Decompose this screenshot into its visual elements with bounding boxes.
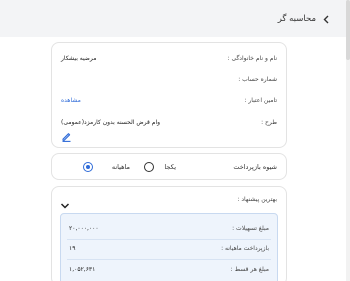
scroll-thumb[interactable] [346,0,350,60]
radio-monthly-label: ماهیانه [111,163,130,171]
account-row: شماره حساب : [61,74,277,86]
plan-row: طرح : وام قرض الحسنه بدون کارمزد(عمومی) [61,117,277,129]
view-credit-link[interactable]: مشاهده [61,95,81,107]
offer-title-row: بهترین پیشنهاد : [61,194,277,206]
offer-row: مبلغ تسهیلات : ۲۰,۰۰۰,۰۰۰ [69,223,269,235]
plan-label: طرح : [261,119,277,126]
offer-title: بهترین پیشنهاد : [237,196,277,203]
radio-once[interactable]: یکجا [144,162,176,174]
credit-label: تامین اعتبار : [244,97,277,104]
monthly-repayment-label: بازپرداخت ماهیانه : [221,245,269,252]
offer-row: مبلغ هر قسط : ۱,۰۵۲,۶۳۱ [69,264,269,276]
payment-method-card: شیوه بازپرداخت یکجا ماهیانه [51,153,287,180]
installment-amount-label: مبلغ هر قسط : [230,266,269,273]
plan-value: وام قرض الحسنه بدون کارمزد(عمومی) [61,119,161,126]
divider [67,239,271,240]
app-header: محاسبه گر [0,0,346,37]
radio-once-circle[interactable] [144,162,154,172]
best-offer-card: بهترین پیشنهاد : مبلغ تسهیلات : ۲۰,۰۰۰,۰… [51,186,287,281]
loan-amount-label: مبلغ تسهیلات : [232,225,269,232]
customer-info-card: نام و نام خانوادگی : مرضیه بیشکار شماره … [51,42,287,148]
monthly-repayment-value: ۱۹ [69,245,76,252]
credit-row: تامین اعتبار : مشاهده [61,95,277,107]
offer-row: بازپرداخت ماهیانه : ۱۹ [69,243,269,255]
radio-monthly[interactable]: ماهیانه [83,162,130,174]
name-label: نام و نام خانوادگی : [227,55,277,62]
edit-row [61,131,277,143]
account-label: شماره حساب : [238,76,277,83]
name-value: مرضیه بیشکار [61,55,97,62]
chevron-left-icon[interactable] [321,14,332,27]
payment-method-label: شیوه بازپرداخت [233,163,277,171]
radio-once-label: یکجا [164,163,176,171]
name-row: نام و نام خانوادگی : مرضیه بیشکار [61,53,277,65]
offer-details: مبلغ تسهیلات : ۲۰,۰۰۰,۰۰۰ بازپرداخت ماهی… [60,213,278,281]
scrollbar[interactable] [346,0,350,281]
installment-amount-value: ۱,۰۵۲,۶۳۱ [69,266,96,273]
chevron-down-icon[interactable] [60,195,70,209]
edit-pencil-icon[interactable] [61,131,72,142]
divider [67,259,271,260]
radio-monthly-circle[interactable] [83,162,93,172]
loan-amount-value: ۲۰,۰۰۰,۰۰۰ [69,225,99,232]
page-title: محاسبه گر [277,14,316,24]
